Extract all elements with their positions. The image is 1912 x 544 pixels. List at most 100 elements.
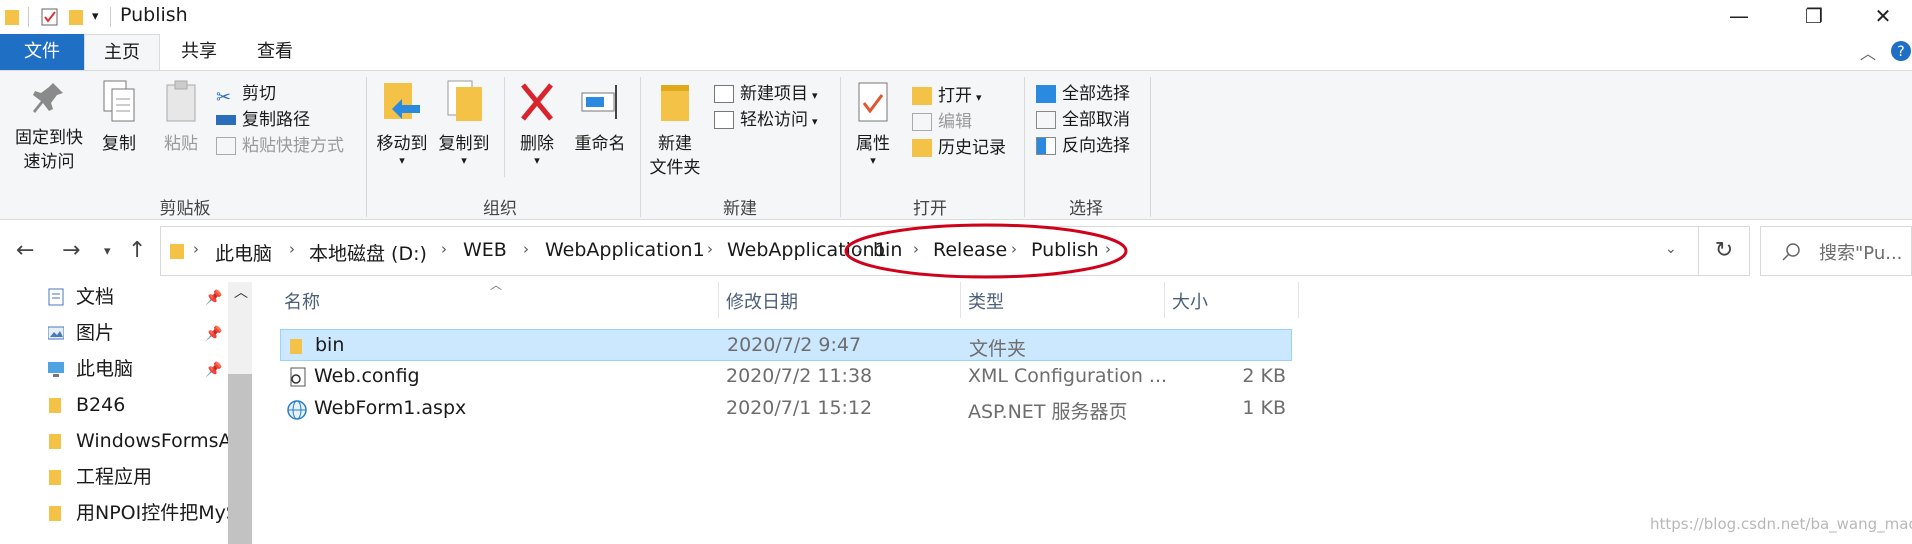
scroll-up-icon[interactable]: ︿ bbox=[234, 282, 248, 302]
clipboard-group-label: 剪贴板 bbox=[159, 199, 211, 219]
chevron-right-icon[interactable]: › bbox=[193, 240, 199, 258]
column-header-type[interactable]: 类型 bbox=[968, 288, 1004, 314]
folder-icon bbox=[49, 398, 61, 413]
copy-to-icon bbox=[447, 80, 482, 121]
properties-button[interactable]: 属性 ▾ bbox=[848, 79, 898, 166]
address-bar[interactable]: › 此电脑 › 本地磁盘 (D:) › WEB › WebApplication… bbox=[160, 223, 1750, 279]
invert-selection-button[interactable]: 反向选择 bbox=[1036, 133, 1130, 159]
forward-button[interactable]: → bbox=[62, 238, 80, 263]
properties-quick-icon[interactable] bbox=[40, 7, 60, 27]
new-item-button[interactable]: 新建项目 ▾ bbox=[714, 81, 818, 107]
rename-label: 重命名 bbox=[574, 134, 626, 154]
select-none-button[interactable]: 全部取消 bbox=[1036, 107, 1130, 133]
column-header-name[interactable]: 名称 bbox=[284, 288, 320, 314]
breadcrumb-this-pc[interactable]: 此电脑 bbox=[215, 239, 272, 266]
chevron-right-icon[interactable]: › bbox=[441, 240, 447, 258]
copy-path-label: 复制路径 bbox=[242, 110, 310, 130]
nav-item-label: 工程应用 bbox=[76, 466, 153, 488]
column-header-date[interactable]: 修改日期 bbox=[726, 288, 798, 314]
address-history-dropdown-icon[interactable]: ⌄ bbox=[1665, 241, 1677, 257]
breadcrumb-local-disk[interactable]: 本地磁盘 (D:) bbox=[309, 239, 427, 266]
copy-path-button[interactable]: 复制路径 bbox=[216, 107, 310, 133]
pin-icon[interactable]: 📌 bbox=[205, 362, 222, 378]
minimize-button[interactable]: — bbox=[1710, 0, 1768, 34]
customize-quick-access-icon[interactable]: ▾ bbox=[92, 9, 99, 29]
easy-access-dropdown-icon: ▾ bbox=[812, 115, 818, 128]
nav-item-b246[interactable]: B246 bbox=[48, 390, 228, 420]
nav-item-label: 此电脑 bbox=[76, 358, 134, 380]
breadcrumb-web[interactable]: WEB bbox=[463, 239, 507, 261]
nav-item-documents[interactable]: 文档 bbox=[48, 282, 228, 312]
file-row-webform1[interactable]: WebForm1.aspx 2020/7/1 15:12 ASP.NET 服务器… bbox=[280, 393, 1292, 425]
separator bbox=[28, 7, 29, 27]
open-dropdown-icon: ▾ bbox=[976, 91, 982, 104]
file-row-web-config[interactable]: Web.config 2020/7/2 11:38 XML Configurat… bbox=[280, 361, 1292, 393]
column-header-size[interactable]: 大小 bbox=[1172, 288, 1208, 314]
move-to-button[interactable]: 移动到 ▾ bbox=[372, 79, 432, 166]
copy-path-icon bbox=[216, 115, 236, 125]
recent-locations-icon[interactable]: ▾ bbox=[104, 244, 111, 259]
pin-icon[interactable]: 📌 bbox=[205, 326, 222, 342]
nav-item-pictures[interactable]: 图片 bbox=[48, 318, 228, 348]
pin-to-quick-access-button[interactable]: 固定到快 速访问 bbox=[8, 79, 90, 174]
paste-shortcut-icon bbox=[216, 137, 236, 155]
breadcrumb-webapplication1[interactable]: WebApplication1 bbox=[545, 239, 705, 261]
new-folder-quick-icon[interactable] bbox=[68, 7, 84, 27]
open-button[interactable]: 打开 ▾ bbox=[912, 83, 982, 109]
group-separator bbox=[1024, 77, 1025, 217]
nav-item-npoi[interactable]: 用NPOI控件把MyS bbox=[48, 498, 228, 528]
paste-button[interactable]: 粘贴 bbox=[156, 79, 206, 156]
close-button[interactable]: ✕ bbox=[1854, 0, 1912, 34]
easy-access-label: 轻松访问 bbox=[740, 110, 808, 130]
delete-button[interactable]: 删除 ▾ bbox=[512, 79, 562, 166]
tab-share[interactable]: 共享 bbox=[166, 34, 232, 70]
nav-item-label: 图片 bbox=[76, 322, 115, 344]
nav-item-label: WindowsFormsAp bbox=[76, 430, 228, 452]
column-divider[interactable] bbox=[718, 282, 719, 318]
copy-to-button[interactable]: 复制到 ▾ bbox=[434, 79, 494, 166]
nav-item-engineering[interactable]: 工程应用 bbox=[48, 462, 228, 492]
up-button[interactable]: ↑ bbox=[128, 238, 146, 263]
help-icon[interactable]: ? bbox=[1890, 40, 1912, 62]
edit-button[interactable]: 编辑 bbox=[912, 109, 972, 135]
column-divider[interactable] bbox=[1298, 282, 1299, 318]
refresh-button[interactable]: ↻ bbox=[1698, 226, 1750, 276]
nav-item-windowsformsapp[interactable]: WindowsFormsAp bbox=[48, 426, 228, 456]
maximize-button[interactable]: ❐ bbox=[1785, 0, 1843, 34]
copy-button[interactable]: 复制 bbox=[94, 79, 144, 156]
cut-button[interactable]: ✂ 剪切 bbox=[216, 81, 276, 108]
tab-home[interactable]: 主页 bbox=[84, 34, 160, 70]
nav-item-this-pc[interactable]: 此电脑 bbox=[48, 354, 228, 384]
chevron-right-icon[interactable]: › bbox=[707, 240, 713, 258]
collapse-ribbon-icon[interactable]: ︿ bbox=[1860, 40, 1876, 64]
tab-view[interactable]: 查看 bbox=[242, 34, 308, 70]
cut-label: 剪切 bbox=[242, 84, 276, 104]
file-type: XML Configuration ... bbox=[968, 365, 1168, 387]
folder-icon bbox=[49, 470, 61, 485]
paste-shortcut-label: 粘贴快捷方式 bbox=[242, 136, 344, 156]
select-all-button[interactable]: 全部选择 bbox=[1036, 81, 1130, 107]
nav-scrollbar-thumb[interactable] bbox=[228, 374, 252, 544]
rename-button[interactable]: 重命名 bbox=[568, 79, 632, 156]
easy-access-button[interactable]: 轻松访问 ▾ bbox=[714, 107, 818, 133]
tab-file[interactable]: 文件 bbox=[0, 34, 84, 70]
column-divider[interactable] bbox=[960, 282, 961, 318]
back-button[interactable]: ← bbox=[16, 238, 34, 263]
file-date: 2020/7/1 15:12 bbox=[726, 397, 873, 419]
pictures-icon bbox=[48, 326, 64, 340]
history-icon bbox=[912, 139, 932, 157]
select-all-label: 全部选择 bbox=[1062, 84, 1130, 104]
search-box[interactable]: 搜索"Pu... bbox=[1760, 226, 1912, 276]
new-item-label: 新建项目 bbox=[740, 84, 808, 104]
chevron-right-icon[interactable]: › bbox=[523, 240, 529, 258]
select-all-icon bbox=[1036, 85, 1056, 103]
file-row-bin[interactable]: bin 2020/7/2 9:47 文件夹 bbox=[280, 329, 1292, 361]
pin-icon[interactable]: 📌 bbox=[205, 290, 222, 306]
new-folder-button[interactable]: 新建 文件夹 bbox=[646, 79, 704, 180]
column-divider[interactable] bbox=[1164, 282, 1165, 318]
nav-item-label: 文档 bbox=[76, 286, 115, 308]
group-separator bbox=[366, 77, 367, 217]
paste-shortcut-button[interactable]: 粘贴快捷方式 bbox=[216, 133, 344, 159]
chevron-right-icon[interactable]: › bbox=[289, 240, 295, 258]
history-button[interactable]: 历史记录 bbox=[912, 135, 1006, 161]
